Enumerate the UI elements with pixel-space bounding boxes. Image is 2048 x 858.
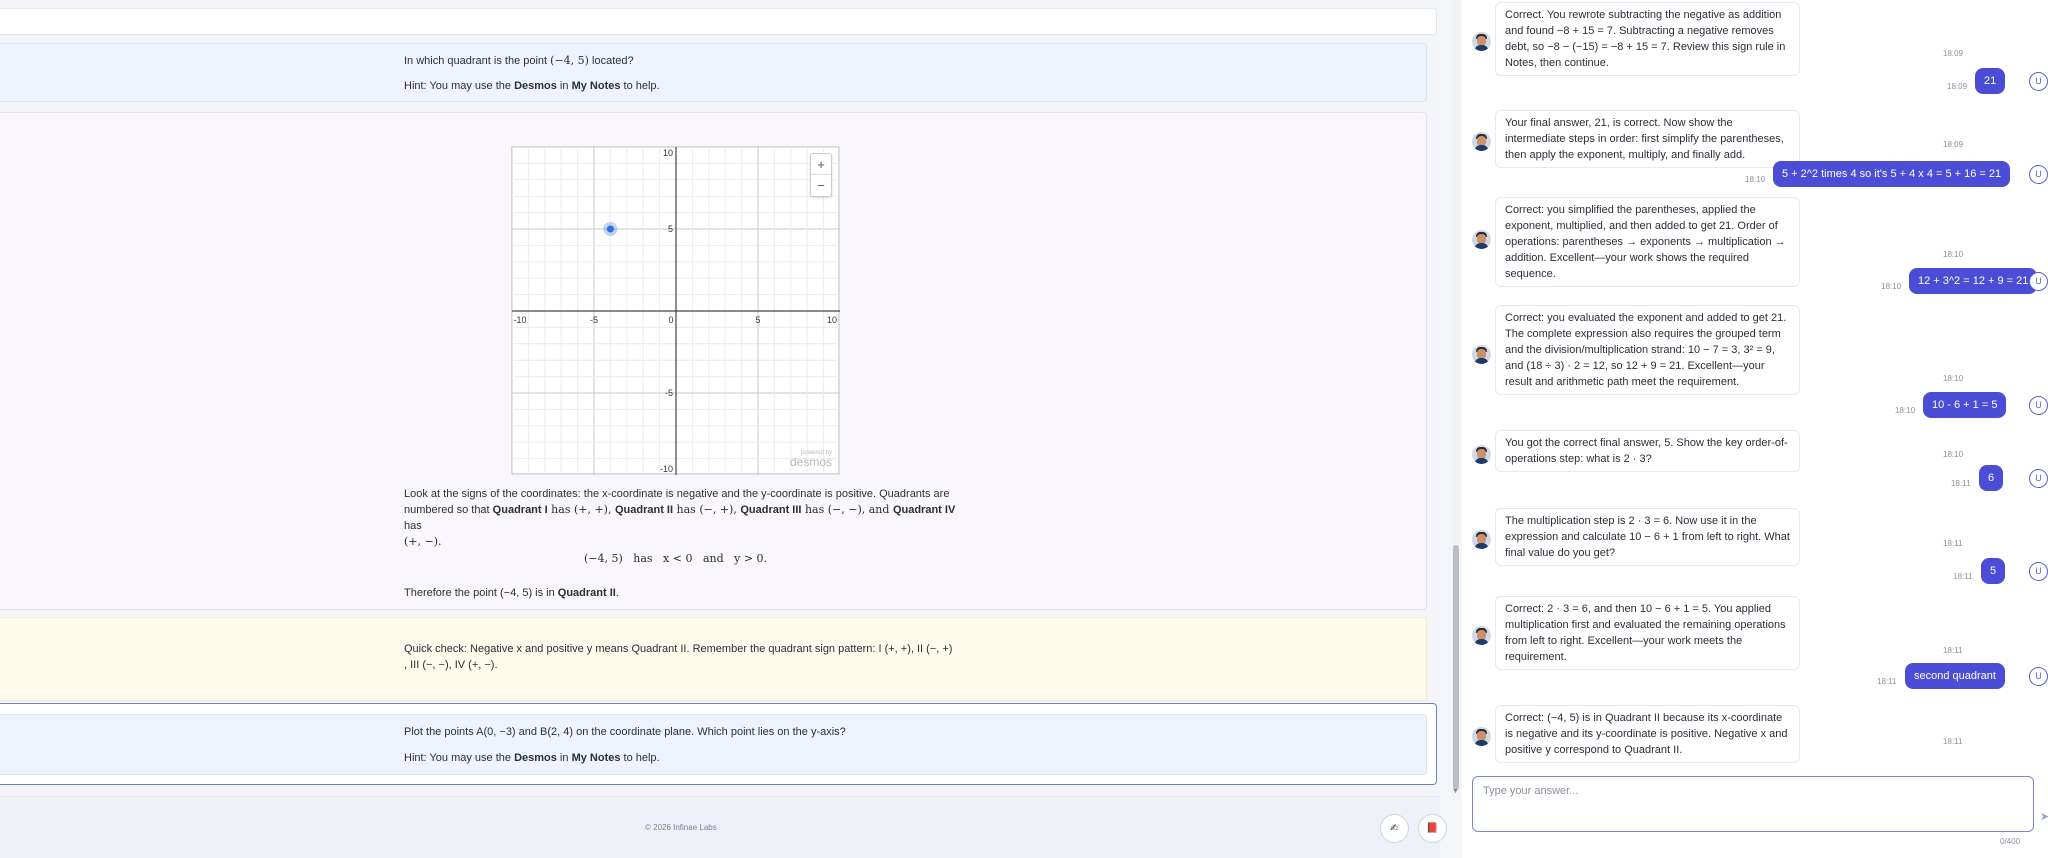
scrollbar-thumb[interactable] [1453,545,1459,790]
user-avatar: U [2029,562,2048,581]
footer: © 2026 Infinae Labs ✍ 📕 [0,796,1447,858]
y-tick-label: -5 [665,388,673,398]
quick-check-card: Quick check: Negative x and positive y m… [0,617,1427,701]
question-hint: Hint: You may use the Desmos in My Notes… [404,80,660,92]
user-message: 10 - 6 + 1 = 5 [1923,392,2007,418]
pencil-hand-icon: ✍ [1390,823,1399,834]
desmos-link-2[interactable]: Desmos [514,752,557,764]
send-icon[interactable]: ➤ [2040,810,2048,823]
answer-input-box[interactable] [1472,776,2034,832]
solution-conclusion: Therefore the point (−4, 5) is in Quadra… [404,587,619,599]
answer-input[interactable] [1483,785,2013,797]
lesson-panel: In which quadrant is the point (−4, 5) l… [0,0,1447,858]
graph-canvas[interactable]: -10 -5 0 5 10 10 5 -5 -10 [511,146,841,476]
user-message: 5 [1981,558,2006,584]
solution-display-math: (−4, 5) has x < 0 and y > 0. [584,552,768,565]
plotted-point [606,225,614,233]
desmos-link[interactable]: Desmos [514,80,557,92]
tutor-message: Correct: you evaluated the exponent and … [1495,305,1800,395]
my-notes-link[interactable]: My Notes [572,80,621,92]
x-tick-label: 0 [668,315,673,325]
tutor-avatar [1472,345,1491,364]
book-icon: 📕 [1426,823,1439,834]
tutor-avatar [1472,132,1491,151]
tutor-avatar [1472,626,1491,645]
message-time: 18:10 [1943,250,1964,259]
question-card-2: Plot the points A(0, −3) and B(2, 4) on … [0,714,1427,775]
y-tick-label: 10 [663,148,673,158]
message-time: 18:09 [1943,140,1964,149]
message-time: 18:11 [1943,737,1963,746]
tutor-avatar [1472,727,1491,746]
tutor-message: Correct. You rewrote subtracting the neg… [1495,2,1800,76]
user-avatar: U [2029,667,2048,686]
copyright: © 2026 Infinae Labs [645,823,717,832]
quick-check-text: Quick check: Negative x and positive y m… [404,643,953,671]
user-avatar: U [2029,469,2048,488]
user-avatar: U [2029,396,2048,415]
x-tick-label: -5 [590,315,598,325]
message-time: 18:09 [1943,49,1964,58]
tutor-message: You got the correct final answer, 5. Sho… [1495,430,1800,472]
x-tick-label: -10 [513,315,526,325]
question-card: In which quadrant is the point (−4, 5) l… [0,43,1427,102]
notes-button[interactable]: 📕 [1418,814,1447,843]
x-tick-label: 10 [827,315,837,325]
tutor-message: Correct: (−4, 5) is in Quadrant II becau… [1495,705,1800,763]
tutor-message: Correct: you simplified the parentheses,… [1495,197,1800,287]
user-avatar: U [2029,272,2048,291]
user-message: 21 [1975,68,2006,94]
user-message: 5 + 2^2 times 4 so it's 5 + 4 x 4 = 5 + … [1773,161,2011,187]
zoom-controls: + − [810,153,832,197]
tutor-message: Your final answer, 21, is correct. Now s… [1495,110,1800,168]
solution-explanation: Look at the signs of the coordinates: th… [404,488,956,548]
tutor-avatar [1472,445,1491,464]
question-text-2: Plot the points A(0, −3) and B(2, 4) on … [404,726,846,738]
message-time: 18:11 [1951,479,1971,488]
message-time: 18:09 [1947,82,1968,91]
message-time: 18:10 [1745,175,1766,184]
user-message: second quadrant [1905,663,2005,689]
question-text: In which quadrant is the point (−4, 5) l… [404,54,634,67]
y-tick-label: 5 [668,224,673,234]
char-counter: 0/400 [2000,837,2021,846]
user-avatar: U [2029,165,2048,184]
user-message: 6 [1979,465,2004,491]
previous-card [0,8,1437,35]
writing-button[interactable]: ✍ [1380,814,1409,843]
scroll-down-arrow[interactable]: ▼ [1452,788,1459,795]
desmos-watermark: powered by desmos [789,450,832,469]
desmos-graph[interactable]: -10 -5 0 5 10 10 5 -5 -10 + − powered by desmos [511,146,841,476]
y-tick-label: -10 [660,464,673,474]
x-tick-label: 5 [755,315,760,325]
message-time: 18:10 [1943,374,1964,383]
message-time: 18:11 [1953,572,1973,581]
zoom-in-button[interactable]: + [811,154,831,175]
tutor-avatar [1472,530,1491,549]
user-message: 12 + 3^2 = 12 + 9 = 21 [1909,268,2038,294]
message-time: 18:10 [1943,450,1964,459]
zoom-out-button[interactable]: − [811,175,831,196]
tutor-avatar [1472,32,1491,51]
chat-panel: Correct. You rewrote subtracting the neg… [1462,0,2048,858]
my-notes-link-2[interactable]: My Notes [572,752,621,764]
question-hint-2: Hint: You may use the Desmos in My Notes… [404,752,660,764]
message-time: 18:10 [1881,282,1902,291]
tutor-avatar [1472,230,1491,249]
active-question-wrapper: Plot the points A(0, −3) and B(2, 4) on … [0,703,1437,785]
message-time: 18:11 [1877,677,1897,686]
tutor-message: The multiplication step is 2 · 3 = 6. No… [1495,508,1800,566]
tutor-message: Correct: 2 · 3 = 6, and then 10 − 6 + 1 … [1495,596,1800,670]
message-time: 18:10 [1895,406,1916,415]
user-avatar: U [2029,72,2048,91]
message-time: 18:11 [1943,646,1963,655]
message-time: 18:11 [1943,539,1963,548]
